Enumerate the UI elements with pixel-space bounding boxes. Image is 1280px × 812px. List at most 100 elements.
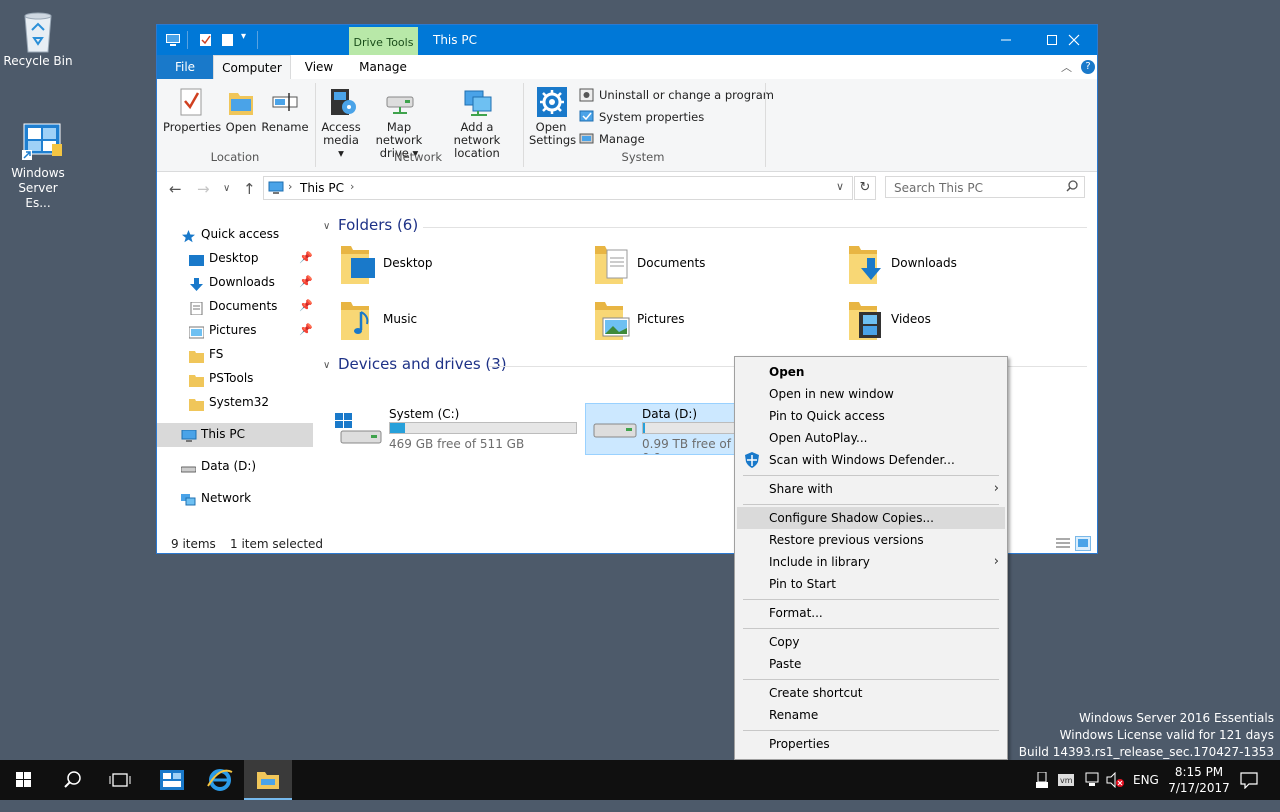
drive-system-c[interactable]: System (C:) 469 GB free of 511 GB <box>331 403 577 455</box>
forward-arrow-icon[interactable]: → <box>197 180 210 198</box>
help-icon[interactable]: ? <box>1081 60 1095 74</box>
breadcrumb-separator-icon: › <box>350 180 355 193</box>
clock[interactable]: 8:15 PM 7/17/2017 <box>1164 760 1234 800</box>
folders-section-header[interactable]: Folders (6) <box>338 216 418 234</box>
uninstall-program-button[interactable]: Uninstall or change a program <box>579 85 774 105</box>
menu-item-scan-defender[interactable]: Scan with Windows Defender... <box>737 449 1005 471</box>
folder-downloads[interactable]: Downloads <box>825 244 1065 294</box>
tab-manage[interactable]: Manage <box>349 55 417 79</box>
desktop-icon-windows-server-essentials[interactable]: Windows Server Es... <box>0 120 76 211</box>
tab-file[interactable]: File <box>157 55 213 79</box>
drives-section-header[interactable]: Devices and drives (3) <box>338 355 507 373</box>
folder-desktop[interactable]: Desktop <box>317 244 557 294</box>
folder-documents[interactable]: Documents <box>571 244 811 294</box>
clock-time: 8:15 PM <box>1174 765 1224 779</box>
desktop-icon-recycle-bin[interactable]: Recycle Bin <box>0 8 76 69</box>
breadcrumb-this-pc[interactable]: This PC <box>300 181 344 195</box>
large-icons-view-icon[interactable] <box>1075 536 1091 551</box>
search-button[interactable] <box>48 760 96 800</box>
language-indicator[interactable]: ENG <box>1133 760 1159 800</box>
task-view-button[interactable] <box>96 760 144 800</box>
refresh-button[interactable]: ↻ <box>854 176 876 200</box>
up-arrow-icon[interactable]: ↑ <box>243 180 256 198</box>
recent-locations-chevron-icon[interactable]: ∨ <box>223 183 230 194</box>
menu-item-rename[interactable]: Rename <box>737 704 1005 726</box>
folder-videos[interactable]: Videos <box>825 300 1065 350</box>
menu-item-open[interactable]: Open <box>737 361 1005 383</box>
nav-this-pc[interactable]: This PC <box>157 423 313 447</box>
documents-folder-icon <box>593 244 633 288</box>
pin-icon: 📌 <box>299 251 313 264</box>
properties-button[interactable]: Properties <box>163 87 221 134</box>
tab-computer[interactable]: Computer <box>213 55 291 80</box>
network-tray-icon[interactable] <box>1084 772 1100 812</box>
nav-pictures[interactable]: Pictures 📌 <box>157 319 313 343</box>
menu-item-format[interactable]: Format... <box>737 602 1005 624</box>
action-center-icon[interactable] <box>1240 771 1258 811</box>
menu-item-open-autoplay[interactable]: Open AutoPlay... <box>737 427 1005 449</box>
minimize-button[interactable] <box>983 25 1029 55</box>
collapse-chevron-icon[interactable]: ∨ <box>323 360 330 371</box>
customize-quick-access-icon[interactable]: ▾ <box>241 31 246 42</box>
tab-view[interactable]: View <box>295 55 343 79</box>
new-folder-quick-icon[interactable] <box>221 33 235 50</box>
menu-item-pin-quick-access[interactable]: Pin to Quick access <box>737 405 1005 427</box>
menu-item-configure-shadow-copies[interactable]: Configure Shadow Copies... <box>737 507 1005 529</box>
menu-item-restore-previous-versions[interactable]: Restore previous versions <box>737 529 1005 551</box>
drive-data-d[interactable]: Data (D:) 0.99 TB free of 0.9 <box>585 403 745 455</box>
music-folder-icon <box>339 300 379 344</box>
open-button[interactable]: Open <box>223 87 259 134</box>
menu-item-copy[interactable]: Copy <box>737 631 1005 653</box>
rename-button[interactable]: Rename <box>261 87 309 134</box>
desktop-icon-label: Windows Server Es... <box>11 166 65 210</box>
properties-quick-icon[interactable] <box>199 33 213 50</box>
menu-item-create-shortcut[interactable]: Create shortcut <box>737 682 1005 704</box>
search-input[interactable]: Search This PC <box>885 176 1085 198</box>
drive-usage-bar <box>642 422 744 434</box>
nav-downloads[interactable]: Downloads 📌 <box>157 271 313 295</box>
svg-text:vm: vm <box>1060 776 1073 785</box>
title-bar[interactable]: ▾ Drive Tools This PC <box>157 25 1097 55</box>
desktop-folder-icon <box>339 244 379 288</box>
menu-item-open-new-window[interactable]: Open in new window <box>737 383 1005 405</box>
folder-icon <box>189 348 204 363</box>
address-input[interactable]: › This PC › ∨ <box>263 176 853 200</box>
menu-item-paste[interactable]: Paste <box>737 653 1005 675</box>
nav-pstools[interactable]: PSTools <box>157 367 313 391</box>
menu-item-pin-to-start[interactable]: Pin to Start <box>737 573 1005 595</box>
nav-desktop[interactable]: Desktop 📌 <box>157 247 313 271</box>
folder-music[interactable]: Music <box>317 300 557 350</box>
usb-icon[interactable] <box>1036 771 1048 812</box>
back-arrow-icon[interactable]: ← <box>169 180 182 198</box>
menu-item-share-with[interactable]: Share with › <box>737 478 1005 500</box>
contextual-tab-drive-tools: Drive Tools <box>349 27 418 55</box>
file-explorer-taskbar-icon[interactable] <box>244 760 292 800</box>
details-view-icon[interactable] <box>1055 537 1071 553</box>
start-button[interactable] <box>0 760 48 800</box>
collapse-chevron-icon[interactable]: ∨ <box>323 221 330 232</box>
volume-muted-icon[interactable] <box>1106 771 1124 812</box>
minimize-ribbon-icon[interactable]: ︿ <box>1061 59 1072 75</box>
nav-documents[interactable]: Documents 📌 <box>157 295 313 319</box>
nav-data-drive[interactable]: Data (D:) <box>157 455 313 479</box>
server-manager-taskbar-icon[interactable] <box>148 760 196 800</box>
open-settings-button[interactable]: Open Settings <box>529 87 576 147</box>
pictures-icon <box>188 324 205 339</box>
system-properties-button[interactable]: System properties <box>579 107 704 127</box>
nav-fs[interactable]: FS <box>157 343 313 367</box>
nav-quick-access[interactable]: Quick access <box>157 223 313 247</box>
nav-network[interactable]: Network <box>157 487 313 511</box>
manage-button[interactable]: Manage <box>579 129 645 149</box>
menu-item-include-in-library[interactable]: Include in library › <box>737 551 1005 573</box>
internet-explorer-taskbar-icon[interactable] <box>196 760 244 800</box>
folder-pictures[interactable]: Pictures <box>571 300 811 350</box>
close-button[interactable] <box>1051 25 1097 55</box>
drive-free-space: 469 GB free of 511 GB <box>389 437 525 451</box>
menu-item-properties[interactable]: Properties <box>737 733 1005 755</box>
address-dropdown-icon[interactable]: ∨ <box>836 180 844 193</box>
item-count: 9 items <box>171 537 216 551</box>
settings-gear-icon <box>537 87 567 117</box>
vm-tools-icon[interactable]: vm <box>1058 772 1074 812</box>
breadcrumb-separator-icon: › <box>288 180 293 193</box>
nav-system32[interactable]: System32 <box>157 391 313 415</box>
